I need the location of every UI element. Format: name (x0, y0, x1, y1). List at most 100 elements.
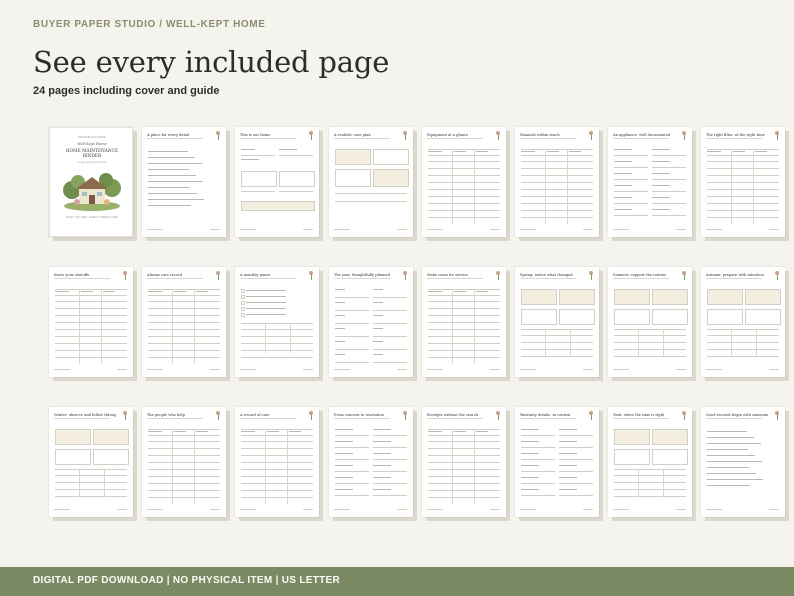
page-thumbnail[interactable]: Receipts without the search (422, 407, 510, 521)
page-thumbnail-title: Alarms care record (147, 273, 183, 277)
field-label (373, 477, 391, 478)
page-footer-mark (613, 369, 629, 370)
page-thumbnail[interactable]: The year, thoughtfully planned (329, 267, 417, 381)
rule-line (279, 191, 313, 192)
page-footer-mark (706, 369, 722, 370)
field-label (246, 296, 286, 297)
field-box (707, 309, 743, 325)
field-label (246, 290, 286, 291)
column-divider (452, 429, 453, 504)
page-footer-mark (240, 229, 256, 230)
flower-icon (402, 411, 408, 420)
page-thumbnail[interactable]: Good records begin with someone (701, 407, 789, 521)
page-thumbnail[interactable]: Winter: observe and follow through (49, 407, 137, 521)
field-label (148, 157, 195, 158)
rule-line (428, 435, 500, 436)
rule-line (428, 483, 500, 484)
page-footer-mark (240, 369, 256, 370)
rule-line (335, 459, 369, 460)
rule-line (55, 475, 127, 476)
page-thumbnail[interactable]: Make room for service (422, 267, 510, 381)
rule-line (241, 462, 313, 463)
rule-line (559, 435, 593, 436)
page-thumbnail-title: Know your shutoffs (54, 273, 90, 277)
field-label (559, 477, 577, 478)
page-thumbnail[interactable]: From concern to resolution (329, 407, 417, 521)
page-thumbnail[interactable]: Next, when the time is right (608, 407, 696, 521)
page-thumbnail[interactable]: The people who help (142, 407, 230, 521)
field-label (335, 477, 353, 478)
rule-line (55, 496, 127, 497)
field-label (335, 328, 345, 329)
rule-line (241, 155, 275, 156)
rule-line (428, 497, 500, 498)
page-thumbnail[interactable]: A record of care (235, 407, 323, 521)
field-label (241, 149, 255, 150)
rule-line (241, 448, 313, 449)
page-thumbnail[interactable]: Summer: support the routine (608, 267, 696, 381)
flower-icon (774, 131, 780, 140)
field-label (289, 431, 301, 432)
field-label (103, 291, 115, 292)
page-thumbnail[interactable]: A monthly pause (235, 267, 323, 381)
rule-line (707, 203, 779, 204)
field-label (614, 173, 632, 174)
field-label (733, 151, 745, 152)
rule-line (428, 329, 500, 330)
rule-line (521, 329, 593, 330)
page-thumbnail[interactable]: Manuals within reach (515, 127, 603, 241)
page-thumbnail[interactable]: Equipment at a glance (422, 127, 510, 241)
field-label (614, 197, 632, 198)
page-thumbnail-title: Autumn: prepare with intention (706, 273, 764, 277)
field-label (373, 315, 383, 316)
rule-line (614, 356, 686, 357)
page-thumbnail[interactable]: The right filter, at the right time (701, 127, 789, 241)
page-thumbnail[interactable]: Autumn: prepare with intention (701, 267, 789, 381)
page-footer-mark (613, 509, 629, 510)
rule-line (614, 191, 648, 192)
field-label (279, 149, 297, 150)
page-thumbnail-title: Summer: support the routine (613, 273, 667, 277)
page-subtitle-line (706, 278, 762, 279)
rule-line (148, 329, 220, 330)
rule-line (279, 155, 313, 156)
page-thumbnail[interactable]: This is our home (235, 127, 323, 241)
field-label (707, 151, 721, 152)
flower-icon (681, 411, 687, 420)
rule-line (521, 217, 593, 218)
field-box (335, 149, 371, 165)
page-thumbnail[interactable]: A realistic care plan (329, 127, 417, 241)
field-label (335, 441, 353, 442)
field-label (335, 489, 353, 490)
rule-line (428, 301, 500, 302)
page-thumbnail-title: Make room for service (427, 273, 469, 277)
rule-line (428, 289, 500, 290)
rule-line (428, 441, 500, 442)
page-thumbnail[interactable]: Warranty details, in context (515, 407, 603, 521)
page-footer-mark (706, 509, 722, 510)
rule-line (241, 476, 313, 477)
field-label (559, 441, 577, 442)
page-thumbnail[interactable]: Alarms care record (142, 267, 230, 381)
rule-line (148, 336, 220, 337)
flower-icon (588, 271, 594, 280)
page-thumbnail[interactable]: PRINTABLE PLANNER Well-Kept Home HOME MAIN… (49, 127, 137, 241)
field-box (745, 309, 781, 325)
rule-line (148, 435, 220, 436)
page-number-mark (210, 369, 220, 370)
field-box (559, 309, 595, 325)
page-thumbnail[interactable]: Know your shutoffs (49, 267, 137, 381)
rule-line (335, 193, 407, 194)
field-label (148, 431, 162, 432)
field-box (55, 449, 91, 465)
field-label (476, 431, 488, 432)
page-thumbnail[interactable]: An appliance, well documented (608, 127, 696, 241)
page-number-mark (210, 229, 220, 230)
page-thumbnail[interactable]: Spring: notice what changed (515, 267, 603, 381)
column-divider (265, 429, 266, 504)
flower-icon (308, 131, 314, 140)
rule-line (428, 149, 500, 150)
column-divider (79, 469, 80, 497)
rule-line (241, 323, 313, 324)
page-thumbnail[interactable]: A place for every detail (142, 127, 230, 241)
